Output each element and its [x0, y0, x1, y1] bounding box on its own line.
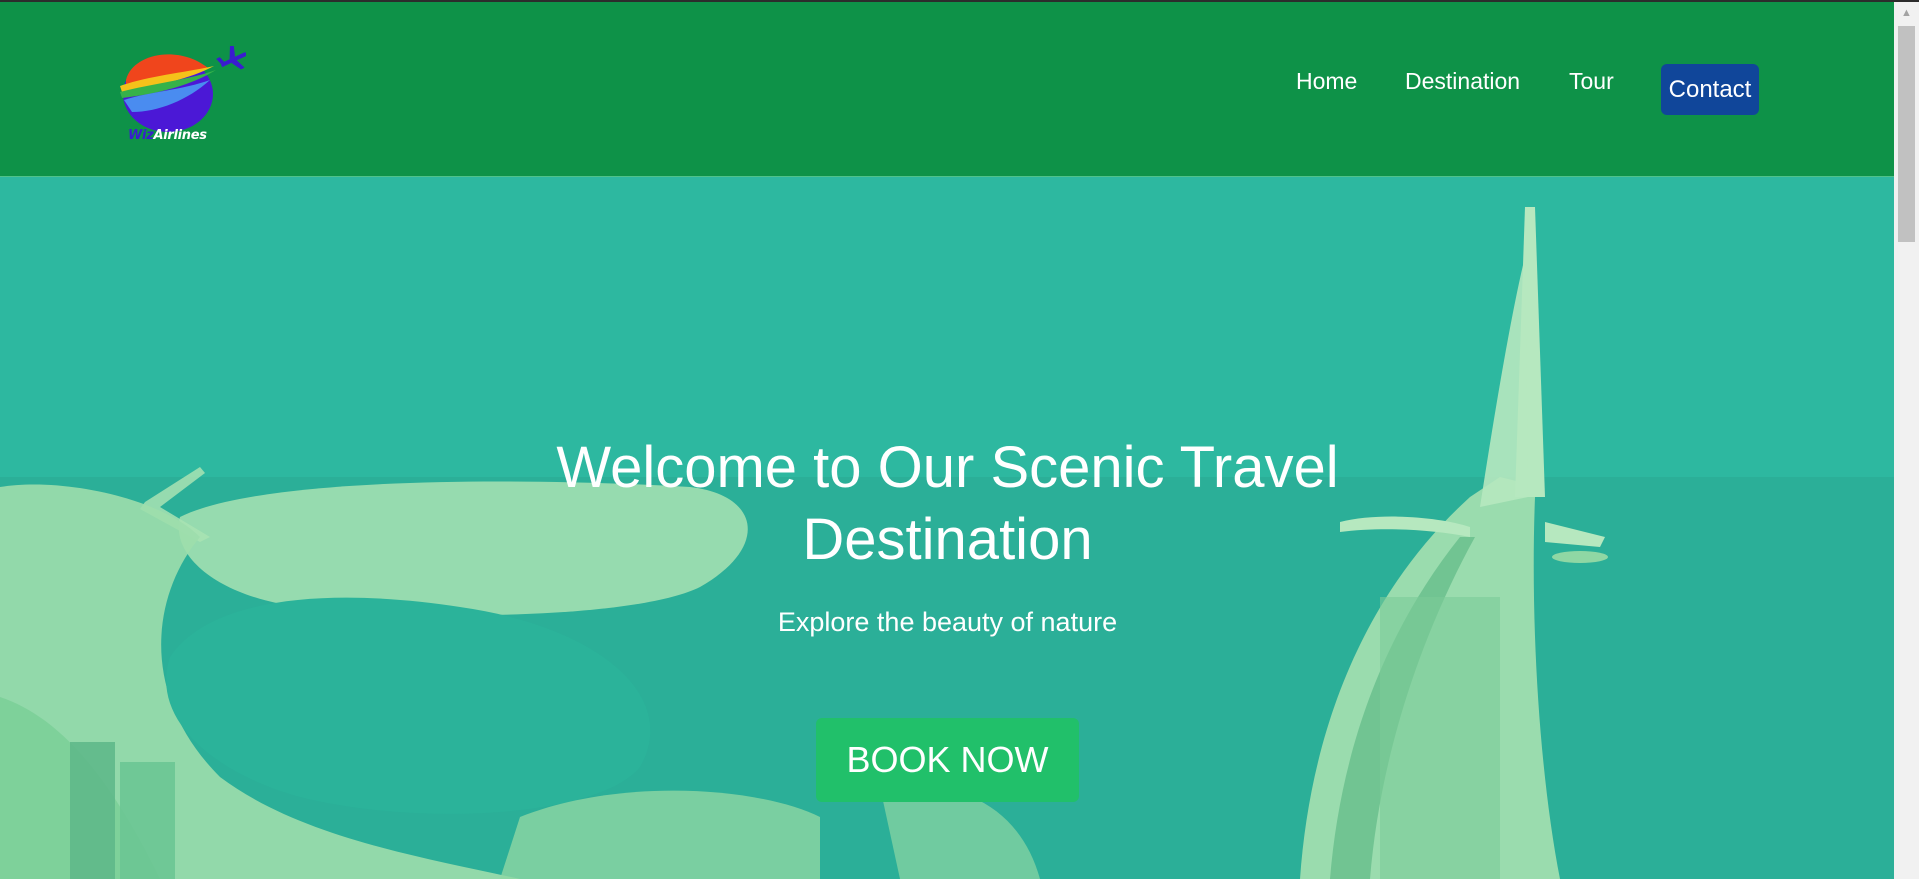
page-viewport: WizAirlines Home Destination Tour Contac…	[0, 2, 1894, 879]
nav-link-home[interactable]: Home	[1296, 68, 1357, 95]
nav-link-destination[interactable]: Destination	[1405, 68, 1520, 95]
contact-button[interactable]: Contact	[1661, 64, 1759, 115]
hero-subtitle: Explore the beauty of nature	[777, 607, 1118, 637]
page-scrollbar[interactable]: ▲	[1894, 2, 1919, 879]
hero-content: Welcome to Our Scenic Travel Destination…	[0, 177, 1894, 879]
hero-title: Welcome to Our Scenic Travel Destination	[556, 435, 1339, 572]
brand-name: WizAirlines	[128, 128, 207, 143]
brand-name-part1: Wiz	[128, 128, 154, 143]
brand-name-part2: Airlines	[153, 128, 207, 143]
triangle-up-icon[interactable]: ▲	[1894, 2, 1919, 24]
hero-section: Welcome to Our Scenic Travel Destination…	[0, 177, 1894, 879]
main-nav: Home Destination Tour Contact	[0, 64, 1894, 116]
scrollbar-thumb[interactable]	[1898, 26, 1915, 242]
nav-link-tour[interactable]: Tour	[1569, 68, 1614, 95]
site-header: WizAirlines Home Destination Tour Contac…	[0, 2, 1894, 177]
book-now-button[interactable]: BOOK NOW	[816, 718, 1079, 802]
